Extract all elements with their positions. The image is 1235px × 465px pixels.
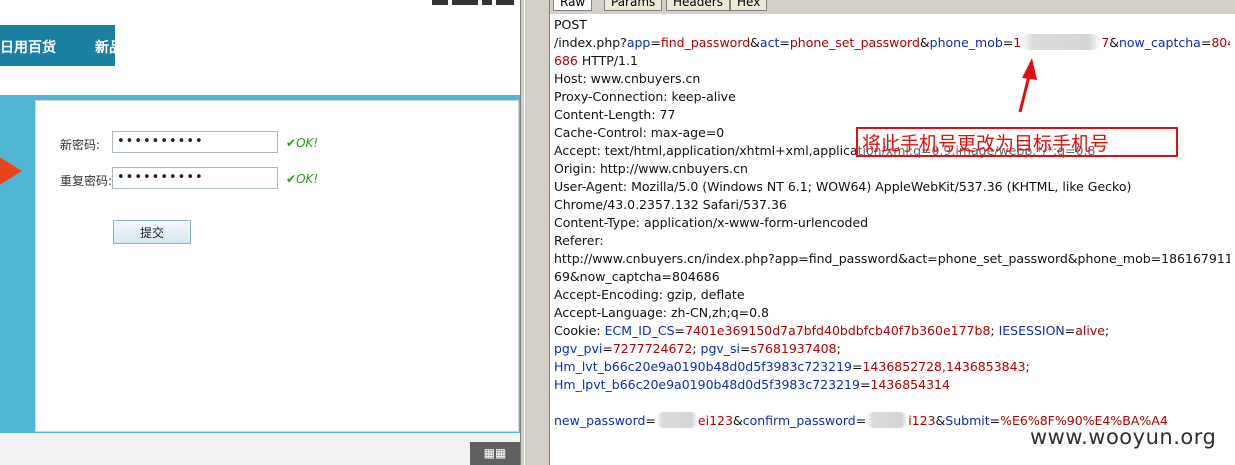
new-password-label: 新密码: — [60, 138, 101, 152]
qr-code-button[interactable]: ▦▦ — [470, 442, 520, 465]
redacted-phone-number — [1021, 34, 1102, 50]
cookie-line: Hm_lvt_b66c20e9a0190b48d0d5f3983c723219=… — [554, 359, 1030, 374]
tab-params[interactable]: Params — [604, 0, 663, 11]
header-line: Accept-Language: zh-CN,zh;q=0.8 — [554, 305, 770, 320]
request-tabs: Raw Params Headers Hex — [550, 0, 1235, 14]
site-logo — [430, 0, 520, 10]
pane-splitter[interactable] — [520, 0, 550, 465]
header-line: Proxy-Connection: keep-alive — [554, 89, 736, 104]
nav-item-new[interactable]: 新品 — [95, 37, 123, 57]
header-line: Referer: — [554, 233, 604, 248]
reset-password-form: 新密码: •••••••••• ✔OK! 重复密码: •••••••••• ✔O… — [35, 100, 519, 432]
new-password-ok-text: OK! — [296, 136, 319, 150]
category-nav: 日用百货 新品 — [0, 25, 123, 66]
request-line-cont: 686 HTTP/1.1 — [554, 53, 638, 68]
confirm-password-ok: ✔OK! — [286, 172, 318, 186]
watermark: www.wooyun.org — [1030, 425, 1217, 449]
cookie-line: Cookie: ECM_ID_CS=7401e369150d7a7bfd40bd… — [554, 323, 1110, 338]
decorative-arrow-shape — [0, 145, 22, 197]
submit-button[interactable]: 提交 — [113, 220, 191, 244]
cookie-line: Hm_lpvt_b66c20e9a0190b48d0d5f3983c723219… — [554, 377, 950, 392]
header-line: Accept-Encoding: gzip, deflate — [554, 287, 745, 302]
header-line: http://www.cnbuyers.cn/index.php?app=fin… — [554, 251, 1230, 266]
request-line: /index.php?app=find_password&act=phone_s… — [554, 34, 1230, 50]
nav-item-daily-goods[interactable]: 日用百货 — [0, 37, 56, 57]
check-icon: ✔ — [286, 172, 297, 186]
redacted-password — [866, 412, 909, 428]
tab-headers[interactable]: Headers — [666, 0, 730, 11]
header-line: User-Agent: Mozilla/5.0 (Windows NT 6.1;… — [554, 179, 1132, 194]
header-line: Content-Type: application/x-www-form-url… — [554, 215, 869, 230]
confirm-password-ok-text: OK! — [296, 172, 319, 186]
webpage-pane: 日用百货 新品 新密码: •••••••••• ✔OK! 重复密码: •••••… — [0, 0, 520, 465]
header-line: Host: www.cnbuyers.cn — [554, 71, 701, 86]
redacted-password — [655, 412, 698, 428]
annotation-callout: 将此手机号更改为目标手机号 — [856, 127, 1178, 157]
confirm-password-label: 重复密码: — [60, 174, 113, 188]
header-line: Content-Length: 77 — [554, 107, 676, 122]
header-line: Chrome/43.0.2357.132 Safari/537.36 — [554, 197, 787, 212]
qr-code-icon: ▦▦ — [483, 446, 507, 460]
header-line: 69&now_captcha=804686 — [554, 269, 720, 284]
tab-hex[interactable]: Hex — [730, 0, 768, 11]
confirm-password-input[interactable]: •••••••••• — [112, 167, 278, 189]
cookie-line: pgv_pvi=7277724672; pgv_si=s7681937408; — [554, 341, 841, 356]
request-method: POST — [554, 17, 587, 32]
raw-request-editor[interactable]: POST /index.php?app=find_password&act=ph… — [554, 16, 1230, 430]
page-footer — [0, 433, 520, 465]
burp-request-pane: Raw Params Headers Hex POST /index.php?a… — [550, 0, 1235, 465]
check-icon: ✔ — [286, 136, 297, 150]
tab-raw[interactable]: Raw — [553, 0, 593, 11]
new-password-ok: ✔OK! — [286, 136, 318, 150]
header-line: Origin: http://www.cnbuyers.cn — [554, 161, 748, 176]
new-password-input[interactable]: •••••••••• — [112, 131, 278, 153]
